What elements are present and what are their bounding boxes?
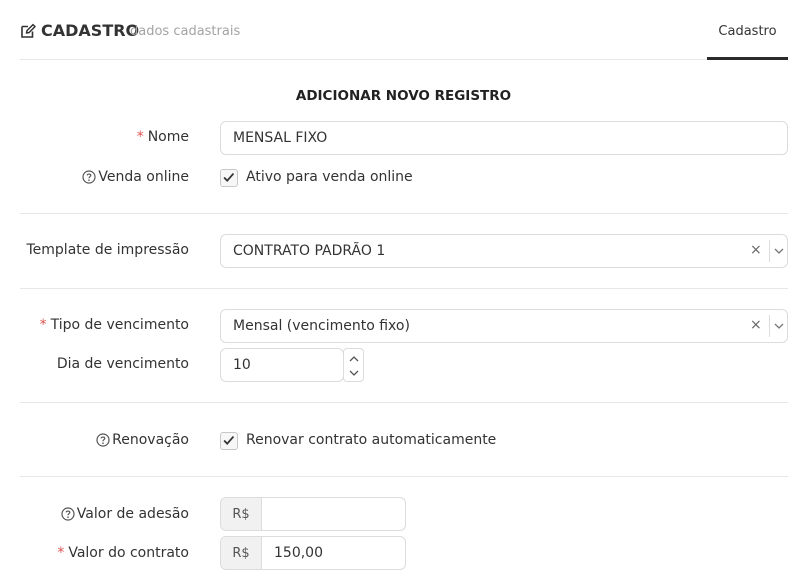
page-title: CADASTRO	[41, 21, 140, 40]
check-icon	[223, 172, 235, 182]
question-circle-icon[interactable]	[61, 507, 75, 521]
dia-vencimento-spinner[interactable]	[343, 348, 364, 382]
section-title: ADICIONAR NOVO REGISTRO	[295, 88, 512, 104]
template-select[interactable]: CONTRATO PADRÃO 1	[220, 234, 788, 268]
valor-contrato-input[interactable]: 150,00	[262, 537, 405, 569]
tipo-vencimento-select[interactable]: Mensal (vencimento fixo)	[220, 309, 788, 343]
tipo-vencimento-label: * Tipo de vencimento	[39, 317, 189, 333]
tab-cadastro[interactable]: Cadastro	[707, 0, 788, 60]
tipo-vencimento-clear-icon[interactable]: ×	[750, 317, 762, 333]
required-mark: *	[39, 317, 47, 333]
renovacao-checkbox-label[interactable]: Renovar contrato automaticamente	[246, 432, 496, 448]
venda-online-checkbox[interactable]	[220, 169, 238, 187]
divider	[20, 402, 788, 403]
valor-adesao-label: Valor de adesão	[61, 506, 189, 522]
question-circle-icon[interactable]	[82, 170, 96, 184]
divider	[20, 213, 788, 214]
check-icon	[223, 435, 235, 445]
currency-addon: R$	[221, 537, 262, 569]
required-mark: *	[136, 129, 144, 145]
template-select-value: CONTRATO PADRÃO 1	[233, 243, 386, 259]
required-mark: *	[57, 545, 65, 561]
tipo-vencimento-value: Mensal (vencimento fixo)	[233, 318, 410, 334]
venda-online-label: Venda online	[82, 169, 189, 185]
page-subtitle: dados cadastrais	[130, 24, 241, 39]
dia-vencimento-input[interactable]: 10	[220, 348, 344, 382]
select-separator	[769, 240, 770, 262]
select-separator	[769, 315, 770, 337]
currency-addon: R$	[221, 498, 262, 530]
valor-adesao-group: R$	[220, 497, 406, 531]
template-clear-icon[interactable]: ×	[750, 242, 762, 258]
valor-contrato-group: R$ 150,00	[220, 536, 406, 570]
valor-contrato-label: * Valor do contrato	[57, 545, 189, 561]
chevron-down-icon[interactable]	[349, 370, 359, 376]
nome-label: * Nome	[136, 129, 189, 145]
template-label: Template de impressão	[26, 242, 190, 258]
venda-online-checkbox-label[interactable]: Ativo para venda online	[246, 169, 413, 185]
divider	[20, 476, 788, 477]
renovacao-label: Renovação	[96, 432, 189, 448]
edit-icon	[21, 23, 36, 38]
chevron-down-icon[interactable]	[774, 323, 784, 329]
dia-vencimento-label: Dia de vencimento	[56, 356, 189, 372]
renovacao-checkbox[interactable]	[220, 432, 238, 450]
chevron-up-icon[interactable]	[349, 356, 359, 362]
page-header: CADASTRO dados cadastrais Cadastro	[20, 0, 788, 60]
divider	[20, 288, 788, 289]
question-circle-icon[interactable]	[96, 433, 110, 447]
nome-input[interactable]: MENSAL FIXO	[220, 121, 788, 155]
valor-adesao-input[interactable]	[262, 498, 405, 530]
chevron-down-icon[interactable]	[774, 248, 784, 254]
